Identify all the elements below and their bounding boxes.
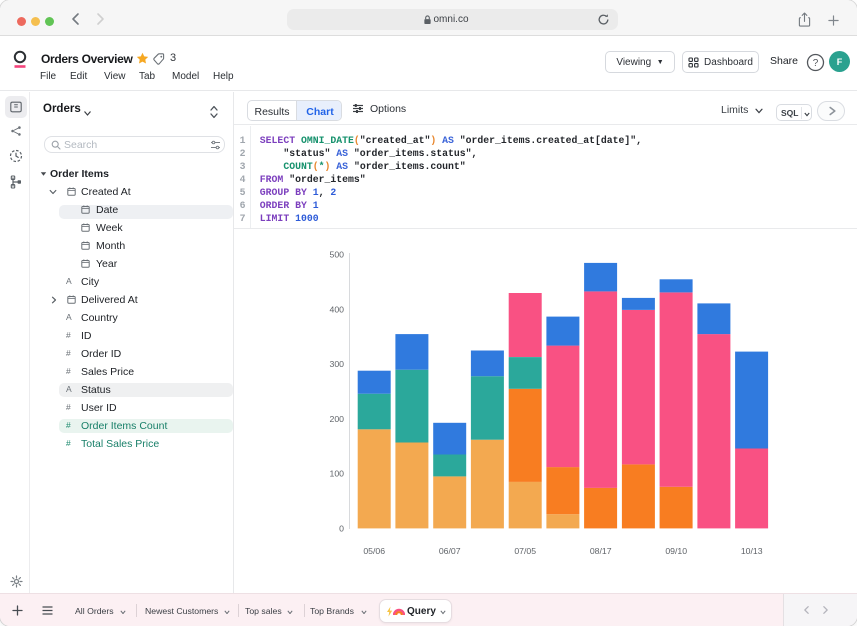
svg-text:0: 0 <box>339 523 344 533</box>
svg-text:07/05: 07/05 <box>514 546 536 556</box>
svg-text:500: 500 <box>330 250 345 260</box>
svg-text:100: 100 <box>330 469 345 479</box>
svg-text:?: ? <box>813 58 819 69</box>
svg-text:05/06: 05/06 <box>363 546 385 556</box>
svg-text:200: 200 <box>330 414 345 424</box>
svg-text:08/17: 08/17 <box>590 546 612 556</box>
svg-text:09/10: 09/10 <box>665 546 687 556</box>
svg-text:400: 400 <box>330 304 345 314</box>
svg-text:06/07: 06/07 <box>439 546 461 556</box>
svg-text:10/13: 10/13 <box>741 546 763 556</box>
svg-text:300: 300 <box>330 359 345 369</box>
